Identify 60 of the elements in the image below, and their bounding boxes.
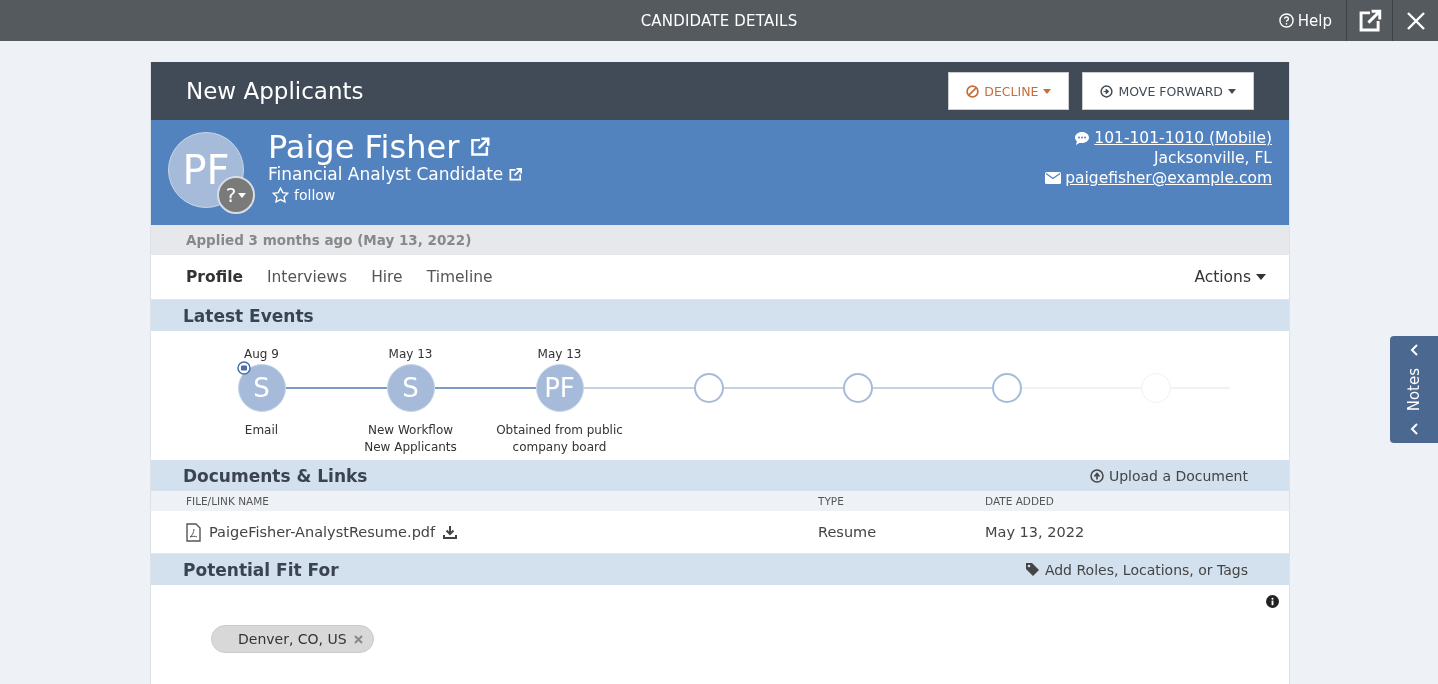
event-label: New Workflow New Applicants xyxy=(364,422,457,456)
table-cell-text: Resume xyxy=(818,524,878,540)
location-tag: Denver, CO, US xyxy=(211,625,374,653)
email-badge-icon xyxy=(236,361,251,375)
decline-button[interactable]: DECLINE xyxy=(948,72,1070,110)
column-header: TYPE xyxy=(818,495,845,507)
event-date: May 13 xyxy=(537,347,582,363)
empty-step-circle xyxy=(991,373,1022,403)
help-button[interactable]: Help xyxy=(1264,0,1346,41)
tab[interactable]: Profile xyxy=(186,268,243,286)
section-title: Documents & Links xyxy=(183,465,368,486)
rating-dropdown[interactable]: ? xyxy=(217,176,255,214)
chevron-left-icon xyxy=(1409,344,1419,356)
tab[interactable]: Interviews xyxy=(266,268,348,286)
external-link-icon[interactable] xyxy=(469,136,492,158)
info-icon[interactable] xyxy=(1266,595,1279,608)
follow-button[interactable]: follow xyxy=(272,187,524,203)
tag-icon xyxy=(1024,562,1040,577)
candidate-name: Paige Fisher xyxy=(268,128,460,166)
external-link-icon[interactable] xyxy=(508,166,524,182)
chat-icon xyxy=(1074,130,1091,146)
stage-title: New Applicants xyxy=(186,78,364,104)
window-title: CANDIDATE DETAILS xyxy=(640,11,798,30)
close-icon xyxy=(1406,11,1425,30)
event-label: Email xyxy=(244,422,279,439)
applied-date: Applied 3 months ago (May 13, 2022) xyxy=(186,232,472,248)
location: Jacksonville, FL xyxy=(1154,149,1272,167)
actions-dropdown[interactable]: Actions xyxy=(1188,267,1272,287)
caret-icon xyxy=(1043,88,1052,94)
prohibited-icon xyxy=(966,84,980,98)
event-date: Aug 9 xyxy=(244,347,279,363)
file-name[interactable]: PaigeFisher-AnalystResume.pdf xyxy=(209,524,436,540)
table-cell-text: May 13, 2022 xyxy=(985,524,1086,540)
event-date: May 13 xyxy=(388,347,433,363)
arrow-circle-icon xyxy=(1100,84,1114,98)
section-title: Potential Fit For xyxy=(183,559,339,580)
caret-icon xyxy=(1228,88,1236,94)
section-title: Latest Events xyxy=(183,305,314,326)
caret-icon xyxy=(1256,274,1266,280)
job-title: Financial Analyst Candidate xyxy=(268,164,504,184)
help-icon xyxy=(1278,13,1294,28)
add-tags-link[interactable]: Add Roles, Locations, or Tags xyxy=(1024,561,1248,578)
column-header: FILE/LINK NAME xyxy=(186,495,270,507)
upload-icon xyxy=(1089,468,1104,483)
tab[interactable]: Hire xyxy=(371,268,403,286)
phone-link[interactable]: 101-101-1010 (Mobile) xyxy=(1094,129,1272,147)
envelope-icon xyxy=(1045,172,1062,184)
tab[interactable]: Timeline xyxy=(426,268,493,286)
upload-link[interactable]: Upload a Document xyxy=(1089,467,1248,484)
pdf-file-icon xyxy=(186,522,201,542)
email-link[interactable]: paigefisher@example.com xyxy=(1065,169,1272,187)
notes-tab[interactable]: Notes xyxy=(1390,336,1438,443)
empty-step-circle xyxy=(842,373,873,403)
caret-icon xyxy=(238,192,247,198)
move-forward-button[interactable]: MOVE FORWARD xyxy=(1082,72,1254,110)
column-header: DATE ADDED xyxy=(985,495,1055,507)
chevron-left-icon xyxy=(1409,423,1419,435)
download-icon[interactable] xyxy=(443,525,458,539)
empty-step-circle xyxy=(693,373,724,403)
event-label: Obtained from public company board xyxy=(496,422,623,456)
